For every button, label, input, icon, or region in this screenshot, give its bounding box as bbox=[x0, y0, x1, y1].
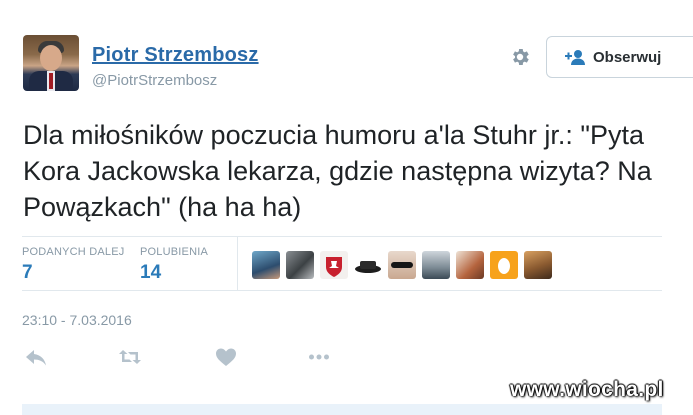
more-icon[interactable] bbox=[307, 346, 331, 368]
retweets-label: PODANYCH DALEJ bbox=[22, 246, 125, 258]
retweets-count[interactable]: 7 bbox=[22, 262, 33, 284]
likes-count[interactable]: 14 bbox=[140, 262, 161, 284]
liker-avatar[interactable] bbox=[490, 251, 518, 279]
follow-button-label: Obserwuj bbox=[593, 48, 662, 66]
gear-icon[interactable] bbox=[509, 46, 531, 68]
tweet-text: Dla miłośników poczucia humoru a'la Stuh… bbox=[23, 120, 652, 222]
hat-icon bbox=[355, 261, 381, 273]
liker-avatar[interactable] bbox=[388, 251, 416, 279]
likes-label: POLUBIENIA bbox=[140, 246, 209, 258]
liker-avatar[interactable] bbox=[456, 251, 484, 279]
add-user-icon bbox=[565, 50, 585, 65]
watermark-text: www.wiocha.pl bbox=[510, 378, 664, 401]
author-avatar[interactable] bbox=[23, 35, 79, 91]
liker-avatar[interactable] bbox=[422, 251, 450, 279]
reply-icon[interactable] bbox=[24, 346, 48, 368]
eagle-emblem-icon bbox=[326, 257, 342, 277]
divider bbox=[22, 236, 662, 237]
liker-avatar[interactable] bbox=[320, 251, 348, 279]
liker-avatar[interactable] bbox=[252, 251, 280, 279]
egg-icon bbox=[498, 258, 510, 274]
retweet-icon[interactable] bbox=[118, 346, 142, 368]
author-handle[interactable]: @PiotrStrzembosz bbox=[92, 72, 217, 89]
divider bbox=[237, 236, 238, 290]
reply-box-strip bbox=[22, 404, 662, 415]
divider bbox=[22, 290, 662, 291]
author-name[interactable]: Piotr Strzembosz bbox=[92, 44, 259, 67]
liker-avatar[interactable] bbox=[354, 251, 382, 279]
tweet-card: Piotr Strzembosz @PiotrStrzembosz Obserw… bbox=[0, 0, 693, 415]
sunglasses-icon bbox=[391, 262, 413, 268]
follow-button[interactable]: Obserwuj bbox=[546, 36, 693, 78]
liker-avatar[interactable] bbox=[286, 251, 314, 279]
like-icon[interactable] bbox=[214, 346, 238, 368]
tweet-timestamp[interactable]: 23:10 - 7.03.2016 bbox=[22, 312, 132, 328]
liker-avatar[interactable] bbox=[524, 251, 552, 279]
